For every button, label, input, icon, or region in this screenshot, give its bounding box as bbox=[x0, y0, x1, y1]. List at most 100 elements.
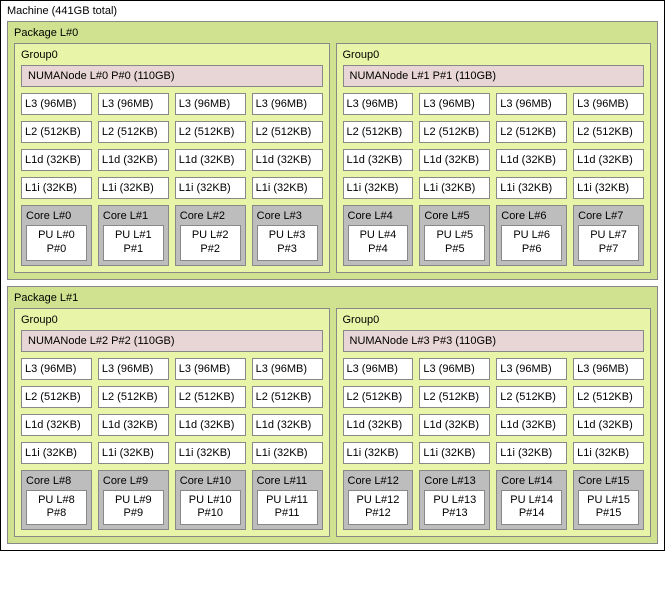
l3-cache: L3 (96MB) bbox=[98, 93, 169, 115]
core-title: Core L#5 bbox=[424, 209, 485, 225]
l1d-cache: L1d (32KB) bbox=[343, 149, 414, 171]
core-box: Core L#0 PU L#0P#0 bbox=[21, 205, 92, 266]
l1i-cache: L1i (32KB) bbox=[343, 177, 414, 199]
groups-row: Group0 NUMANode L#0 P#0 (110GB) L3 (96MB… bbox=[14, 43, 651, 273]
pu-box: PU L#2 P#2 bbox=[180, 225, 241, 261]
l1d-cache: L1d (32KB) bbox=[21, 149, 92, 171]
l1d-cache: L1d (32KB) bbox=[98, 414, 169, 436]
machine-title: Machine (441GB total) bbox=[7, 3, 658, 21]
pu-p: P#4 bbox=[368, 243, 388, 255]
core-box: Core L#3 PU L#3 P#3 bbox=[252, 205, 323, 266]
pu-box: PU L#3 P#3 bbox=[257, 225, 318, 261]
core-title: Core L#13 bbox=[424, 474, 485, 490]
l3-cache: L3 (96MB) bbox=[252, 93, 323, 115]
core-box: Core L#15 PU L#15P#15 bbox=[573, 470, 644, 531]
pu-l: PU L#15 bbox=[587, 494, 630, 506]
l1i-row: L1i (32KB) L1i (32KB) L1i (32KB) L1i (32… bbox=[343, 442, 645, 464]
core-box: Core L#12 PU L#12P#12 bbox=[343, 470, 414, 531]
l1i-cache: L1i (32KB) bbox=[343, 442, 414, 464]
pu-p: P#11 bbox=[275, 507, 300, 519]
pu-box: PU L#9P#9 bbox=[103, 490, 164, 526]
numa-node: NUMANode L#3 P#3 (110GB) bbox=[343, 330, 645, 352]
pu-p: P#2 bbox=[200, 243, 220, 255]
l1d-cache: L1d (32KB) bbox=[98, 149, 169, 171]
l3-cache: L3 (96MB) bbox=[573, 358, 644, 380]
l1i-cache: L1i (32KB) bbox=[573, 177, 644, 199]
l2-cache: L2 (512KB) bbox=[419, 121, 490, 143]
l3-cache: L3 (96MB) bbox=[98, 358, 169, 380]
pu-p: P#13 bbox=[442, 507, 468, 519]
core-box: Core L#7 PU L#7P#7 bbox=[573, 205, 644, 266]
group-1: Group0 NUMANode L#1 P#1 (110GB) L3 (96MB… bbox=[336, 43, 652, 273]
l1d-cache: L1d (32KB) bbox=[573, 414, 644, 436]
l3-cache: L3 (96MB) bbox=[419, 358, 490, 380]
package-0: Package L#0 Group0 NUMANode L#0 P#0 (110… bbox=[7, 21, 658, 280]
pu-p: P#10 bbox=[197, 507, 223, 519]
core-title: Core L#8 bbox=[26, 474, 87, 490]
l2-cache: L2 (512KB) bbox=[21, 121, 92, 143]
l2-cache: L2 (512KB) bbox=[343, 121, 414, 143]
numa-node: NUMANode L#2 P#2 (110GB) bbox=[21, 330, 323, 352]
l1i-cache: L1i (32KB) bbox=[98, 177, 169, 199]
core-box: Core L#4 PU L#4P#4 bbox=[343, 205, 414, 266]
pu-l: PU L#9 bbox=[115, 494, 152, 506]
l1d-cache: L1d (32KB) bbox=[419, 149, 490, 171]
l3-cache: L3 (96MB) bbox=[252, 358, 323, 380]
pu-l: PU L#13 bbox=[433, 494, 476, 506]
pu-l: PU L#3 bbox=[269, 229, 306, 241]
core-title: Core L#3 bbox=[257, 209, 318, 225]
pu-box: PU L#11P#11 bbox=[257, 490, 318, 526]
core-box: Core L#6 PU L#6P#6 bbox=[496, 205, 567, 266]
l2-cache: L2 (512KB) bbox=[573, 386, 644, 408]
l3-row: L3 (96MB) L3 (96MB) L3 (96MB) L3 (96MB) bbox=[21, 358, 323, 380]
numa-node: NUMANode L#1 P#1 (110GB) bbox=[343, 65, 645, 87]
pu-box: PU L#8P#8 bbox=[26, 490, 87, 526]
core-box: Core L#11 PU L#11P#11 bbox=[252, 470, 323, 531]
l3-row: L3 (96MB) L3 (96MB) L3 (96MB) L3 (96MB) bbox=[21, 93, 323, 115]
pu-l: PU L#6 bbox=[513, 229, 550, 241]
core-title: Core L#14 bbox=[501, 474, 562, 490]
core-box: Core L#1 PU L#1P#1 bbox=[98, 205, 169, 266]
l1d-row: L1d (32KB) L1d (32KB) L1d (32KB) L1d (32… bbox=[343, 149, 645, 171]
l3-cache: L3 (96MB) bbox=[419, 93, 490, 115]
l2-cache: L2 (512KB) bbox=[252, 121, 323, 143]
core-title: Core L#15 bbox=[578, 474, 639, 490]
l1i-cache: L1i (32KB) bbox=[419, 442, 490, 464]
pu-l: PU L#2 bbox=[192, 229, 229, 241]
pu-l: PU L#5 bbox=[436, 229, 473, 241]
pu-box: PU L#10P#10 bbox=[180, 490, 241, 526]
l1d-cache: L1d (32KB) bbox=[21, 414, 92, 436]
l1i-cache: L1i (32KB) bbox=[252, 442, 323, 464]
l2-row: L2 (512KB) L2 (512KB) L2 (512KB) L2 (512… bbox=[21, 386, 323, 408]
numa-node: NUMANode L#0 P#0 (110GB) bbox=[21, 65, 323, 87]
core-title: Core L#12 bbox=[348, 474, 409, 490]
l3-cache: L3 (96MB) bbox=[573, 93, 644, 115]
core-title: Core L#2 bbox=[180, 209, 241, 225]
cores-row: Core L#4 PU L#4P#4 Core L#5 PU L#5P#5 Co… bbox=[343, 205, 645, 266]
l1d-cache: L1d (32KB) bbox=[419, 414, 490, 436]
l2-row: L2 (512KB) L2 (512KB) L2 (512KB) L2 (512… bbox=[343, 121, 645, 143]
machine-box: Machine (441GB total) Package L#0 Group0… bbox=[0, 0, 665, 551]
cores-row: Core L#8 PU L#8P#8 Core L#9 PU L#9P#9 Co… bbox=[21, 470, 323, 531]
l1i-cache: L1i (32KB) bbox=[419, 177, 490, 199]
core-box: Core L#10 PU L#10P#10 bbox=[175, 470, 246, 531]
pu-p: P#3 bbox=[277, 243, 297, 255]
l1d-row: L1d (32KB) L1d (32KB) L1d (32KB) L1d (32… bbox=[21, 414, 323, 436]
core-title: Core L#11 bbox=[257, 474, 318, 490]
core-title: Core L#1 bbox=[103, 209, 164, 225]
l1i-cache: L1i (32KB) bbox=[573, 442, 644, 464]
group-0: Group0 NUMANode L#0 P#0 (110GB) L3 (96MB… bbox=[14, 43, 330, 273]
l3-cache: L3 (96MB) bbox=[496, 93, 567, 115]
pu-box: PU L#6P#6 bbox=[501, 225, 562, 261]
pu-box: PU L#12P#12 bbox=[348, 490, 409, 526]
pu-l: PU L#4 bbox=[360, 229, 397, 241]
pu-box: PU L#0P#0 bbox=[26, 225, 87, 261]
l2-cache: L2 (512KB) bbox=[496, 121, 567, 143]
l3-cache: L3 (96MB) bbox=[175, 93, 246, 115]
pu-p: P#8 bbox=[47, 507, 67, 519]
group-title: Group0 bbox=[21, 312, 323, 330]
pu-p: P#5 bbox=[445, 243, 465, 255]
l2-row: L2 (512KB) L2 (512KB) L2 (512KB) L2 (512… bbox=[343, 386, 645, 408]
l1i-cache: L1i (32KB) bbox=[496, 442, 567, 464]
l3-cache: L3 (96MB) bbox=[343, 93, 414, 115]
